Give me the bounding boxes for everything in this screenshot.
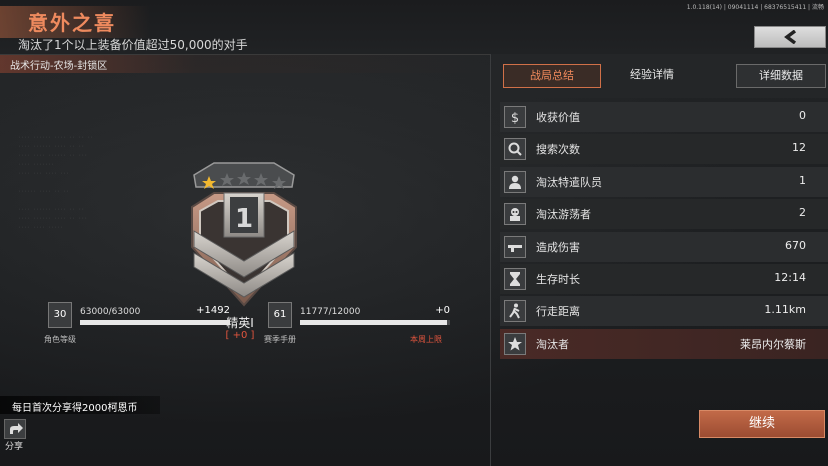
character-level-caption: 角色等级 [44, 335, 76, 344]
location-label: 战术行动-农场-封锁区 [10, 61, 108, 72]
achievement-title: 意外之喜 [28, 11, 116, 35]
gun-icon [504, 235, 526, 258]
stat-row-walk-distance: 行走距离 1.11km [500, 296, 828, 327]
stat-row-search-count: 搜索次数 12 [500, 134, 828, 165]
season-pass-gain: +0 [435, 305, 450, 316]
walker-icon [504, 300, 526, 323]
stat-row-survival-time: 生存时长 12:14 [500, 263, 828, 294]
tab-summary[interactable]: 战局总结 [503, 64, 601, 88]
stat-label: 行走距离 [536, 305, 580, 319]
stat-row-loot-value: $ 收获价值 0 [500, 102, 828, 132]
season-pass-caption: 赛季手册 [264, 335, 296, 344]
share-tip-text: 每日首次分享得2000柯恩币 [12, 403, 138, 414]
season-pass-bar [300, 320, 450, 325]
achievement-subtitle: 淘汰了1个以上装备价值超过50,000的对手 [18, 38, 248, 52]
back-button[interactable] [754, 26, 826, 48]
stat-value: 1 [799, 173, 806, 187]
stat-label: 生存时长 [536, 272, 580, 286]
stat-label: 淘汰特遣队员 [536, 175, 602, 189]
stats-list: $ 收获价值 0 搜索次数 12 淘汰特遣队员 1 淘汰游荡者 2 造成伤害 6… [500, 102, 828, 361]
rank-delta-value: +0 [232, 330, 248, 341]
panel-divider [490, 54, 491, 466]
tab-detailed-data[interactable]: 详细数据 [736, 64, 826, 88]
search-icon [504, 138, 526, 161]
stat-value: 12:14 [774, 270, 806, 284]
share-icon [10, 423, 23, 434]
share-label: 分享 [5, 442, 24, 452]
background-code-texture: ···· ······ ···· ·· ·· ·· ···· ······ ···… [18, 135, 94, 231]
character-level-gain: +1492 [196, 305, 230, 316]
season-pass-progress-text: 11777/12000 [300, 307, 361, 317]
share-tip: 每日首次分享得2000柯恩币 [0, 396, 160, 414]
dollar-icon: $ [504, 106, 526, 128]
rank-tier-number: 1 [235, 204, 253, 234]
right-panel: 战局总结 经验详情 详细数据 $ 收获价值 0 搜索次数 12 淘汰特遣队员 1 [492, 54, 828, 466]
rank-badge-icon: 1 [191, 162, 297, 307]
stat-value: 670 [785, 238, 806, 252]
stat-label: 收获价值 [536, 111, 580, 124]
stat-value: 1.11km [764, 303, 806, 317]
stat-row-raider-kills: 淘汰游荡者 2 [500, 199, 828, 230]
stat-row-operator-kills: 淘汰特遣队员 1 [500, 166, 828, 197]
character-level-bar [80, 320, 230, 325]
stat-label: 造成伤害 [536, 240, 580, 254]
share-button[interactable] [4, 419, 26, 439]
stat-label: 淘汰者 [536, 337, 569, 351]
raider-icon [504, 203, 526, 226]
stat-row-killed-by: 淘汰者 莱昂内尔蔡斯 [500, 328, 828, 359]
location-bar: 战术行动-农场-封锁区 [0, 54, 490, 73]
weekly-cap-label: 本周上限 [410, 335, 442, 344]
stat-value: 12 [792, 141, 806, 155]
left-panel: 战术行动-农场-封锁区 ···· ······ ···· ·· ·· ·· ···… [0, 54, 490, 466]
hourglass-icon [504, 267, 526, 290]
character-level-progress-text: 63000/63000 [80, 307, 141, 317]
character-level-bar-fill [80, 320, 230, 325]
character-level-badge: 30 [48, 302, 72, 328]
stat-label: 搜索次数 [536, 143, 580, 157]
stat-value: 莱昂内尔蔡斯 [740, 337, 806, 351]
stat-value: 2 [799, 206, 806, 220]
continue-button[interactable]: 继续 [699, 410, 825, 438]
stat-row-damage: 造成伤害 670 [500, 231, 828, 262]
season-pass-bar-fill [300, 320, 448, 325]
header-bar: 意外之喜 淘汰了1个以上装备价值超过50,000的对手 1.0.118(14) … [0, 0, 828, 54]
chevron-left-icon [784, 30, 797, 44]
skull-star-icon [504, 332, 526, 355]
operator-icon [504, 170, 526, 193]
stat-value: 0 [799, 109, 806, 122]
tab-exp-details[interactable]: 经验详情 [608, 64, 696, 88]
stat-label: 淘汰游荡者 [536, 208, 591, 222]
build-info: 1.0.118(14) | 09041114 | 68376515411 | 流… [686, 4, 824, 11]
season-pass-badge: 61 [268, 302, 292, 328]
svg-text:$: $ [511, 111, 519, 125]
